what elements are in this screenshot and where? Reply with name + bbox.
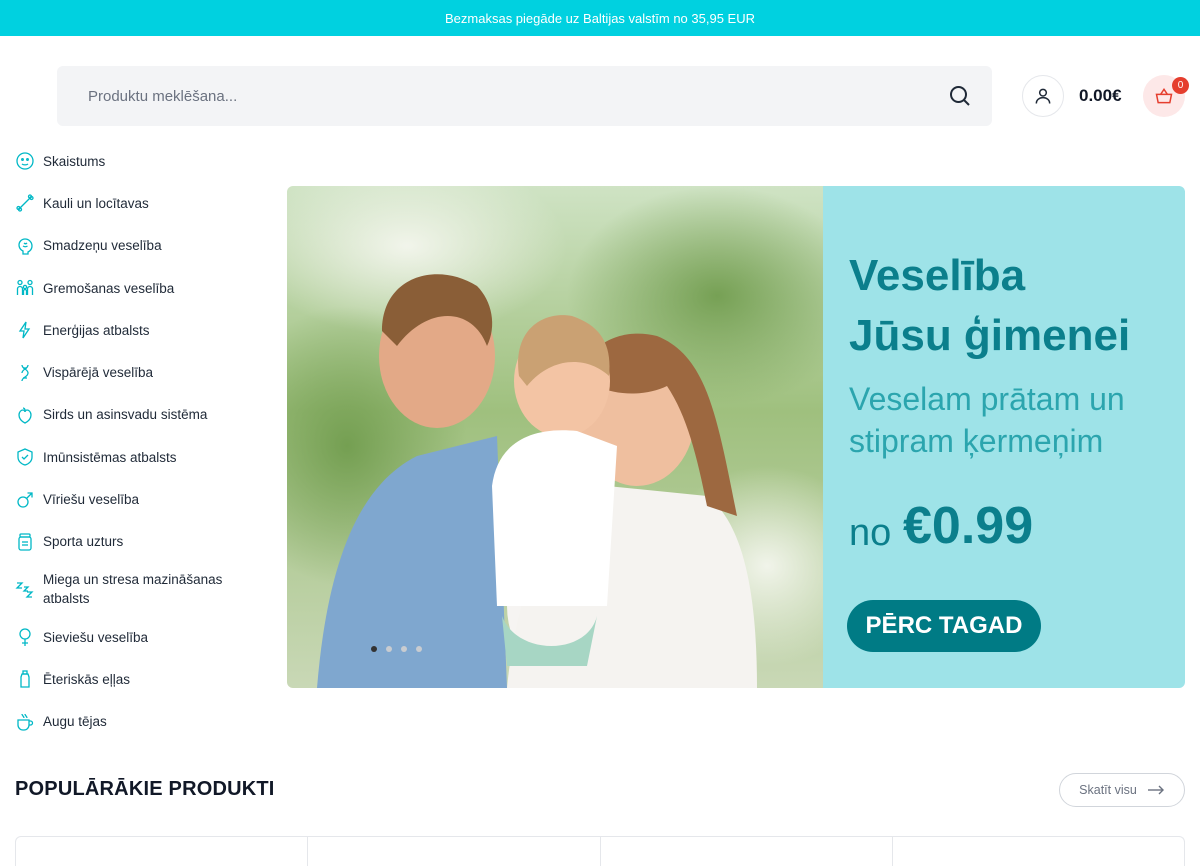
category-item-oils[interactable]: Ēteriskās eļļas — [15, 658, 265, 700]
category-label: Skaistums — [43, 153, 106, 169]
slider-dot[interactable] — [386, 646, 392, 652]
category-item-men[interactable]: Vīriešu veselība — [15, 478, 265, 520]
product-card[interactable] — [893, 837, 1184, 866]
hero-family-photo — [287, 186, 823, 688]
search-icon — [950, 86, 970, 106]
cart-total: 0.00€ — [1079, 86, 1122, 105]
category-item-general[interactable]: Vispārējā veselība — [15, 351, 265, 393]
category-item-immune[interactable]: Imūnsistēmas atbalsts — [15, 436, 265, 478]
category-item-beauty[interactable]: Skaistums — [15, 140, 265, 182]
lightning-icon — [15, 320, 35, 340]
jar-icon — [15, 532, 35, 552]
slider-dot[interactable] — [371, 646, 377, 652]
product-card[interactable] — [16, 837, 309, 866]
category-item-bones[interactable]: Kauli un locītavas — [15, 182, 265, 224]
category-label: Sieviešu veselība — [43, 629, 149, 645]
category-label: Vispārējā veselība — [43, 365, 154, 381]
slider-dot[interactable] — [416, 646, 422, 652]
dna-icon — [15, 363, 35, 383]
arrow-right-icon — [1147, 785, 1164, 795]
bottle-icon — [15, 669, 35, 689]
basket-icon — [1155, 87, 1173, 104]
category-label: Miega un stresa mazināšanas atbalsts — [43, 572, 223, 607]
category-label: Sirds un asinsvadu sistēma — [43, 407, 208, 423]
account-button[interactable] — [1022, 75, 1064, 117]
product-card[interactable] — [308, 837, 601, 866]
category-item-sport[interactable]: Sporta uzturs — [15, 521, 265, 563]
category-label: Vīriešu veselība — [43, 492, 140, 508]
category-item-heart[interactable]: Sirds un asinsvadu sistēma — [15, 394, 265, 436]
search-button[interactable] — [948, 84, 972, 108]
hero-title: Veselība Jūsu ģimenei — [849, 251, 1131, 360]
category-item-energy[interactable]: Enerģijas atbalsts — [15, 309, 265, 351]
shop-now-button[interactable]: PĒRC TAGAD — [847, 600, 1041, 652]
sleep-icon — [15, 579, 35, 599]
brain-icon — [15, 236, 35, 256]
category-label: Sporta uzturs — [43, 534, 124, 550]
category-item-digestion[interactable]: Gremošanas veselība — [15, 267, 265, 309]
product-card[interactable] — [601, 837, 893, 866]
hero-price-prefix: no — [849, 512, 892, 554]
announcement-bar: Bezmaksas piegāde uz Baltijas valstīm no… — [0, 0, 1200, 36]
family-icon — [15, 278, 35, 298]
category-menu: Skaistums Kauli un locītavas Smadzeņu ve… — [15, 140, 265, 743]
view-all-button[interactable]: Skatīt visu — [1059, 773, 1185, 807]
section-title: POPULĀRĀKIE PRODUKTI — [15, 778, 275, 800]
category-label: Gremošanas veselība — [43, 280, 175, 296]
search-input[interactable] — [88, 87, 908, 105]
category-label: Kauli un locītavas — [43, 195, 149, 211]
product-cards-row — [15, 836, 1185, 866]
category-item-brain[interactable]: Smadzeņu veselība — [15, 225, 265, 267]
announcement-text: Bezmaksas piegāde uz Baltijas valstīm no… — [445, 10, 755, 26]
slider-dot[interactable] — [401, 646, 407, 652]
slider-dots — [371, 646, 422, 652]
hero-text-panel: Veselība Jūsu ģimenei Veselam prātam un … — [823, 186, 1185, 688]
view-all-label: Skatīt visu — [1079, 783, 1137, 797]
face-icon — [15, 151, 35, 171]
female-icon — [15, 627, 35, 647]
user-icon — [1035, 88, 1051, 104]
category-label: Enerģijas atbalsts — [43, 322, 150, 338]
category-item-sleep[interactable]: Miega un stresa mazināšanas atbalsts — [15, 563, 265, 616]
category-item-tea[interactable]: Augu tējas — [15, 701, 265, 743]
male-icon — [15, 490, 35, 510]
hero-banner[interactable]: Veselība Jūsu ģimenei Veselam prātam un … — [287, 186, 1185, 688]
hero-price: €0.99 — [903, 497, 1034, 555]
tea-icon — [15, 712, 35, 732]
bone-icon — [15, 193, 35, 213]
cart-count-badge: 0 — [1172, 77, 1189, 94]
hero-subtitle: Veselam prātam un stipram ķermeņim — [849, 381, 1125, 459]
shield-icon — [15, 447, 35, 467]
heart-icon — [15, 405, 35, 425]
search-bar — [57, 66, 992, 126]
category-label: Smadzeņu veselība — [43, 238, 162, 254]
category-label: Ēteriskās eļļas — [43, 671, 131, 687]
category-label: Imūnsistēmas atbalsts — [43, 449, 177, 465]
category-item-women[interactable]: Sieviešu veselība — [15, 616, 265, 658]
category-label: Augu tējas — [43, 714, 107, 730]
